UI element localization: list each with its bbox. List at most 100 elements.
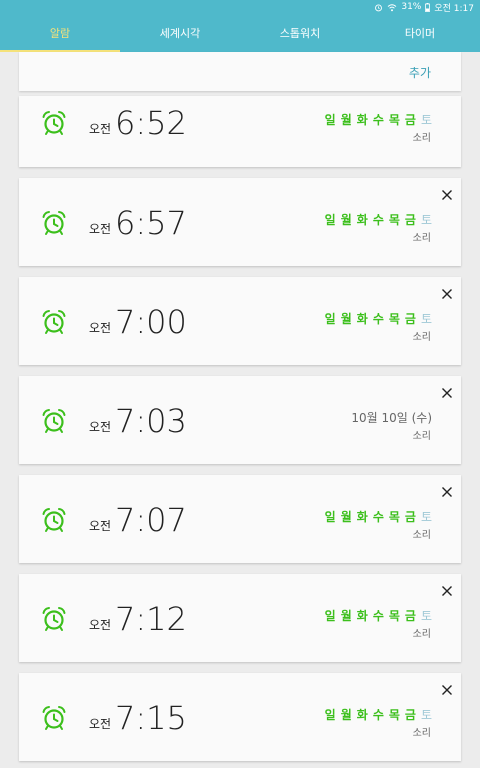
alarm-date: 10월 10일 (수) — [351, 411, 432, 425]
alarm-clock-icon[interactable] — [41, 606, 67, 632]
day-label: 월 — [340, 609, 352, 623]
day-label: 목 — [388, 609, 400, 623]
alarm-card[interactable]: 오전 7:15 일 월 화 수 목 금 토소리 — [19, 673, 461, 761]
alarm-card[interactable]: 오전 6:52 일 월 화 수 목 금 토소리 — [19, 96, 461, 167]
alarm-card[interactable]: 오전 7:03 10월 10일 (수) 소리 — [19, 376, 461, 464]
close-icon[interactable] — [441, 186, 453, 200]
close-icon[interactable] — [441, 681, 453, 695]
day-label: 일 — [324, 113, 336, 127]
day-label: 화 — [356, 113, 368, 127]
day-label: 월 — [340, 213, 352, 227]
day-label: 화 — [356, 213, 368, 227]
day-label: 금 — [404, 609, 416, 623]
day-label: 토 — [420, 312, 432, 326]
alarm-card[interactable]: 오전 7:07 일 월 화 수 목 금 토소리 — [19, 475, 461, 563]
close-icon[interactable] — [441, 384, 453, 398]
repeat-days: 일월화수목금토 — [325, 211, 432, 228]
day-label: 토 — [420, 510, 432, 524]
day-label: 월 — [340, 708, 352, 722]
day-label: 일 — [324, 510, 336, 524]
day-label: 토 — [420, 708, 432, 722]
day-label: 수 — [372, 213, 384, 227]
repeat-days: 일월화수목금토 — [325, 508, 432, 525]
alarm-card[interactable]: 오전 7:00 일 월 화 수 목 금 토소리 — [19, 277, 461, 365]
day-label: 수 — [372, 609, 384, 623]
day-label: 목 — [388, 708, 400, 722]
alarm-sound-label: 소리 — [412, 133, 431, 144]
day-label: 월 — [340, 510, 352, 524]
alarm-clock-icon[interactable] — [41, 210, 67, 236]
close-icon[interactable] — [441, 483, 453, 497]
day-label: 토 — [420, 113, 432, 127]
alarm-ampm: 오전 — [89, 222, 112, 236]
day-label: 일 — [324, 708, 336, 722]
alarm-time: 7:07 — [115, 501, 187, 539]
repeat-days: 일월화수목금토 — [325, 310, 432, 327]
day-label: 일 — [324, 609, 336, 623]
tab-alarm[interactable]: 알람 — [0, 14, 120, 52]
day-label: 목 — [388, 113, 400, 127]
add-alarm-button[interactable]: 추가 — [409, 64, 431, 81]
day-label: 토 — [420, 213, 432, 227]
tab-stopwatch[interactable]: 스톱워치 — [240, 14, 360, 52]
wifi-icon — [388, 3, 397, 11]
alarm-clock-icon[interactable] — [41, 705, 67, 731]
day-label: 금 — [404, 708, 416, 722]
status-bar: 31% 오전 1:17 — [374, 0, 474, 14]
day-label: 월 — [340, 113, 352, 127]
day-label: 일 — [324, 312, 336, 326]
alarm-sound-label: 소리 — [412, 629, 431, 640]
alarm-ampm: 오전 — [89, 420, 112, 434]
day-label: 금 — [404, 213, 416, 227]
tab-timer[interactable]: 타이머 — [360, 14, 480, 52]
alarm-sound-label: 소리 — [412, 431, 431, 442]
day-label: 수 — [372, 708, 384, 722]
app-header: 31% 오전 1:17 알람 세계시각 스톱워치 타이머 — [0, 0, 480, 52]
alarm-card[interactable]: 오전 6:57 일 월 화 수 목 금 토소리 — [19, 178, 461, 266]
alarm-ampm: 오전 — [89, 321, 112, 335]
close-icon[interactable] — [441, 285, 453, 299]
day-label: 수 — [372, 312, 384, 326]
day-label: 화 — [356, 510, 368, 524]
alarm-time: 7:15 — [115, 699, 187, 737]
alarm-sound-label: 소리 — [412, 728, 431, 739]
day-label: 금 — [404, 510, 416, 524]
alarm-sound-label: 소리 — [412, 530, 431, 541]
alarm-time: 7:12 — [115, 600, 187, 638]
day-label: 수 — [372, 113, 384, 127]
alarm-sound-label: 소리 — [412, 233, 431, 244]
alarm-clock-icon[interactable] — [41, 110, 67, 136]
repeat-days: 일월화수목금토 — [325, 706, 432, 723]
alarm-ampm: 오전 — [89, 519, 112, 533]
alarm-time: 6:52 — [115, 104, 187, 142]
alarm-clock-icon[interactable] — [41, 507, 67, 533]
day-label: 화 — [356, 708, 368, 722]
tab-world-clock[interactable]: 세계시각 — [120, 14, 240, 52]
repeat-days: 일월화수목금토 — [325, 607, 432, 624]
alarm-time: 6:57 — [115, 204, 187, 242]
day-label: 목 — [388, 213, 400, 227]
alarm-ampm: 오전 — [89, 618, 112, 632]
day-label: 목 — [388, 510, 400, 524]
alarm-ampm: 오전 — [89, 717, 112, 731]
repeat-days: 일월화수목금토 — [325, 111, 432, 128]
day-label: 월 — [340, 312, 352, 326]
battery-percent: 31% — [401, 2, 422, 12]
alarm-card[interactable]: 오전 7:12 일 월 화 수 목 금 토소리 — [19, 574, 461, 662]
day-label: 금 — [404, 113, 416, 127]
alarm-clock-icon[interactable] — [41, 309, 67, 335]
battery-icon — [425, 2, 431, 12]
alarm-status-icon — [375, 4, 383, 11]
day-label: 수 — [372, 510, 384, 524]
day-label: 토 — [420, 609, 432, 623]
day-label: 화 — [356, 609, 368, 623]
day-label: 목 — [388, 312, 400, 326]
day-label: 일 — [324, 213, 336, 227]
alarm-time: 7:00 — [115, 303, 187, 341]
alarm-sound-label: 소리 — [412, 332, 431, 343]
alarm-ampm: 오전 — [89, 122, 112, 136]
add-alarm-card: 추가 — [19, 52, 461, 91]
close-icon[interactable] — [441, 582, 453, 596]
day-label: 금 — [404, 312, 416, 326]
alarm-clock-icon[interactable] — [41, 408, 67, 434]
